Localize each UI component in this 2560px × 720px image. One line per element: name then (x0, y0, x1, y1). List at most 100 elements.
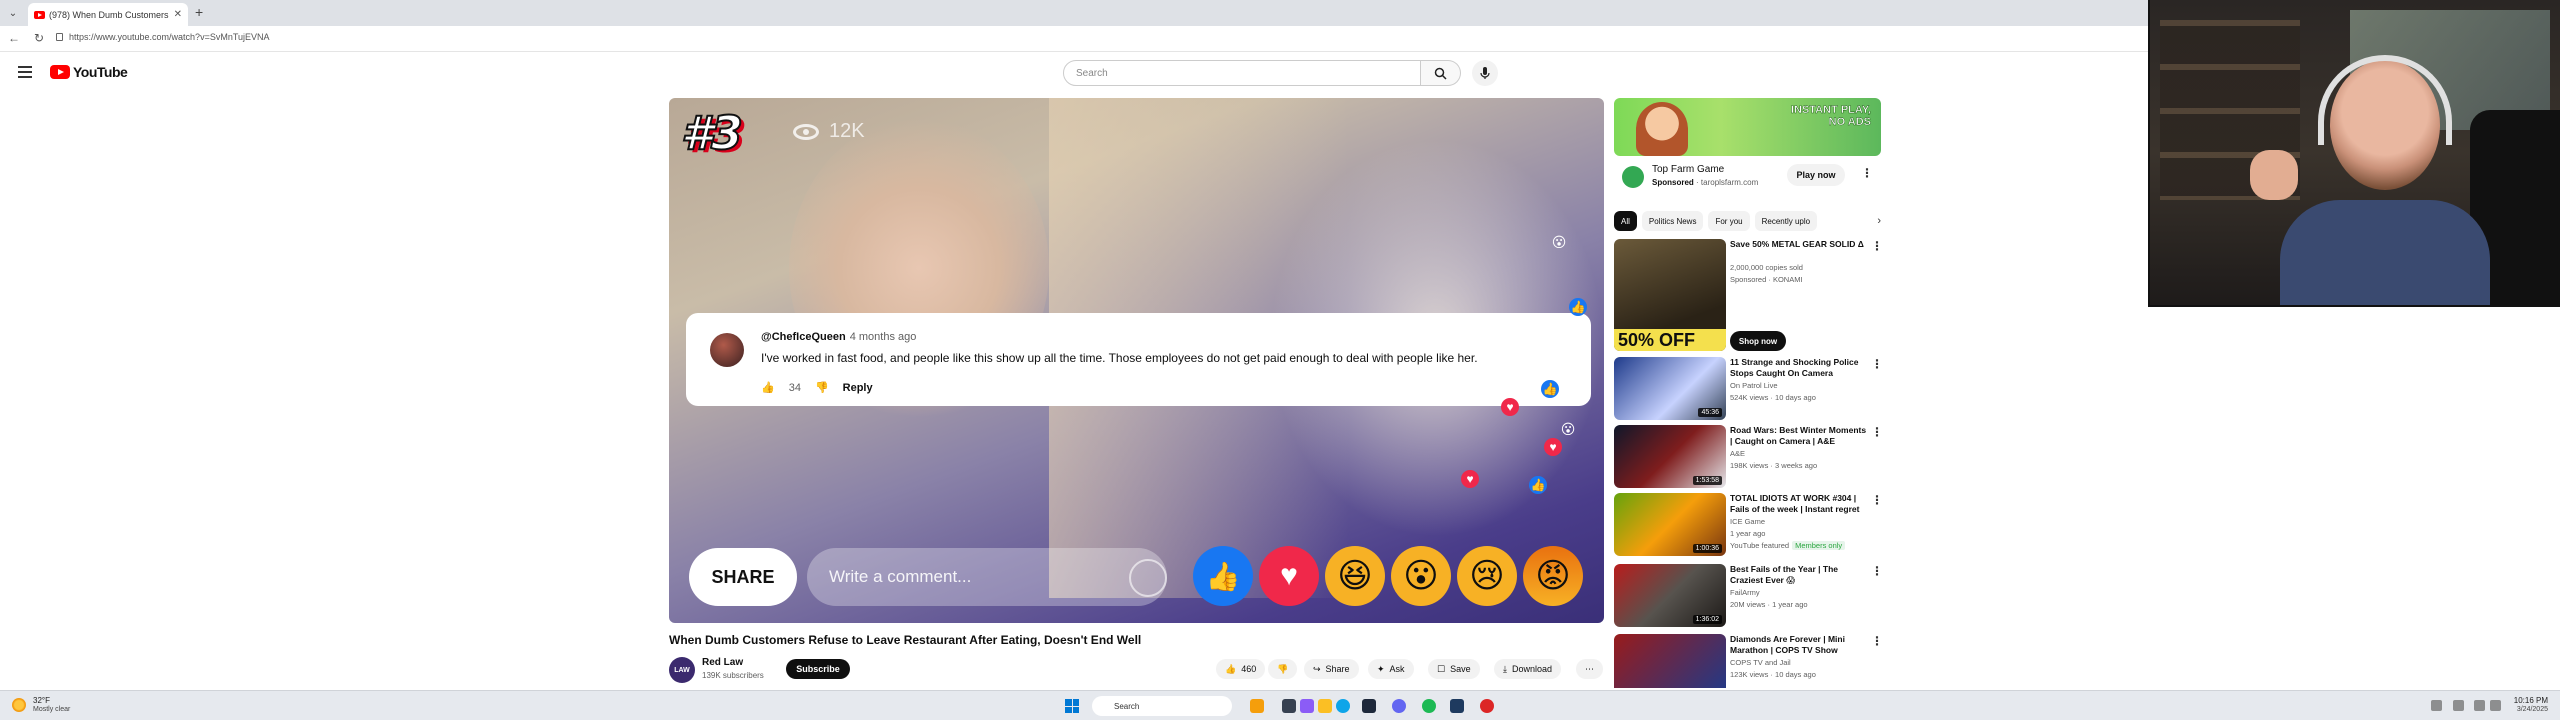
rank-badge: #3 (680, 105, 744, 161)
video-duration: 45:36 (1698, 408, 1722, 417)
recommendation-menu-icon[interactable]: ⋮ (1871, 634, 1881, 648)
file-explorer-icon[interactable] (1318, 699, 1332, 713)
tab-list-icon[interactable]: ⌄ (4, 4, 22, 22)
floating-like-icon: 👍 (1529, 476, 1547, 494)
ad-name[interactable]: Top Farm Game (1652, 164, 1724, 175)
floating-emoji-icon: 😮 (1551, 233, 1567, 250)
ad-app-icon (1622, 166, 1644, 188)
search-button[interactable] (1421, 60, 1461, 86)
reply-label: Reply (842, 381, 873, 394)
reload-icon[interactable]: ↻ (34, 31, 44, 45)
menu-icon[interactable] (18, 66, 32, 78)
more-actions-button[interactable]: ⋯ (1576, 659, 1603, 679)
video-duration: 1:53:58 (1692, 476, 1722, 485)
recommendation-menu-icon[interactable]: ⋮ (1871, 564, 1883, 578)
recommendation-menu-icon[interactable]: ⋮ (1871, 425, 1883, 439)
sponsored-recommendation[interactable]: 50% OFF Save 50% METAL GEAR SOLID Δ 2,00… (1614, 239, 1883, 351)
lock-icon (56, 33, 63, 41)
share-overlay-button: SHARE (689, 548, 797, 606)
channel-name[interactable]: Red Law (702, 657, 743, 668)
taskbar-app-icon[interactable] (1300, 699, 1314, 713)
network-icon[interactable] (2474, 700, 2485, 711)
recommendation-meta: 524K views · 10 days ago (1730, 393, 1816, 402)
start-icon[interactable] (1065, 699, 1079, 713)
download-icon: ⤓ (1503, 663, 1507, 674)
chevron-right-icon[interactable]: › (1877, 215, 1881, 227)
clock-date: 3/24/2025 (2516, 706, 2548, 713)
weather-icon[interactable] (12, 698, 26, 712)
download-label: Download (1511, 664, 1553, 674)
volume-icon[interactable] (2490, 700, 2501, 711)
browser-icon[interactable] (1336, 699, 1350, 713)
webcam-overlay (2148, 0, 2560, 307)
recommendation-item[interactable]: Diamonds Are Forever | Mini Marathon | C… (1614, 634, 1881, 688)
steam-icon[interactable] (1450, 699, 1464, 713)
video-duration: 1:00:36 (1692, 544, 1722, 553)
discount-badge: 50% OFF (1614, 329, 1726, 351)
taskbar-search[interactable]: Search (1092, 696, 1232, 716)
back-icon[interactable]: ← (8, 31, 20, 45)
ad-banner[interactable]: INSTANT PLAY, NO ADS (1614, 98, 1881, 156)
thumbs-down-icon: 👎 (814, 382, 829, 394)
close-tab-icon[interactable]: ✕ (174, 9, 182, 20)
clock-time[interactable]: 10:16 PM (2514, 696, 2548, 705)
chip-for-you[interactable]: For you (1708, 211, 1750, 231)
like-button[interactable]: 👍 460 (1216, 659, 1266, 679)
youtube-logo[interactable]: YouTube (50, 64, 128, 80)
floating-love-icon: ♥ (1544, 438, 1562, 456)
video-duration: 1:36:02 (1692, 615, 1722, 624)
spotify-icon[interactable] (1422, 699, 1436, 713)
share-button[interactable]: ↪ Share (1304, 659, 1359, 679)
url-field[interactable]: https://www.youtube.com/watch?v=SvMnTujE… (56, 32, 270, 42)
comment-text: I've worked in fast food, and people lik… (761, 351, 1478, 365)
write-comment-overlay: Write a comment... (807, 548, 1167, 606)
recommendation-item[interactable]: 1:53:58 Road Wars: Best Winter Moments |… (1614, 425, 1883, 491)
recommendation-title: Diamonds Are Forever | Mini Marathon | C… (1730, 634, 1845, 655)
voice-search-button[interactable] (1472, 60, 1498, 86)
recommendation-item[interactable]: 1:00:36 TOTAL IDIOTS AT WORK #304 | Fail… (1614, 493, 1883, 559)
video-player[interactable]: #3 12K @ChefIceQueen 4 months ago I've wo… (669, 98, 1604, 623)
recommendation-thumbnail: 1:36:02 (1614, 564, 1726, 627)
recommendation-item[interactable]: 1:36:02 Best Fails of the Year | The Cra… (1614, 564, 1883, 630)
recommendation-channel: ICE Game (1730, 517, 1766, 526)
download-button[interactable]: ⤓ Download (1494, 659, 1562, 679)
recommendation-menu-icon[interactable]: ⋮ (1871, 239, 1883, 253)
comment-author-line: @ChefIceQueen 4 months ago (761, 331, 916, 343)
tray-app-icon[interactable] (2453, 700, 2464, 711)
save-button[interactable]: ☐ Save (1428, 659, 1480, 679)
recommendation-menu-icon[interactable]: ⋮ (1871, 357, 1883, 371)
youtube-header: YouTube Search (0, 52, 2148, 96)
play-now-button[interactable]: Play now (1787, 164, 1845, 186)
chip-recently-uploaded[interactable]: Recently uplo (1754, 211, 1818, 231)
floating-emoji-icon: 😮 (1560, 420, 1576, 437)
new-tab-icon[interactable]: + (195, 4, 203, 20)
dislike-button[interactable]: 👎 (1268, 659, 1298, 679)
taskbar-app-icon[interactable] (1362, 699, 1376, 713)
webcam-person-body (2280, 200, 2490, 305)
browser-tab[interactable]: (978) When Dumb Customers ✕ (28, 3, 188, 26)
taskbar-app-icon[interactable] (1480, 699, 1494, 713)
weather-temperature: 32°F (33, 696, 50, 705)
search-input[interactable]: Search (1063, 60, 1421, 86)
ad-menu-icon[interactable]: ⋮ (1861, 166, 1873, 180)
chip-politics-news[interactable]: Politics News (1641, 211, 1704, 231)
smiley-icon (1129, 559, 1167, 597)
chip-all[interactable]: All (1614, 211, 1637, 231)
tray-chevron-icon[interactable] (2431, 700, 2442, 711)
recommendation-channel: 2,000,000 copies sold (1730, 263, 1803, 272)
reaction-wow-icon: 😮 (1391, 546, 1451, 606)
recommendation-menu-icon[interactable]: ⋮ (1871, 493, 1883, 507)
subscribe-button[interactable]: Subscribe (786, 659, 850, 679)
taskbar-app-icon[interactable] (1392, 699, 1406, 713)
ask-button[interactable]: ✦ Ask (1368, 659, 1414, 679)
ad-domain: · taroplsfarm.com (1696, 178, 1759, 187)
shop-now-button[interactable]: Shop now (1730, 331, 1786, 351)
taskbar-app-icon[interactable] (1250, 699, 1264, 713)
recommendation-item[interactable]: 45:36 11 Strange and Shocking Police Sto… (1614, 357, 1883, 423)
taskbar-app-icon[interactable] (1282, 699, 1296, 713)
recommendation-channel: On Patrol Live (1730, 381, 1778, 390)
recommendation-thumbnail: 1:00:36 (1614, 493, 1726, 556)
channel-avatar[interactable]: LAW (669, 657, 695, 683)
share-icon: ↪ (1313, 663, 1321, 674)
thumbs-up-icon: 👍 (761, 382, 775, 394)
